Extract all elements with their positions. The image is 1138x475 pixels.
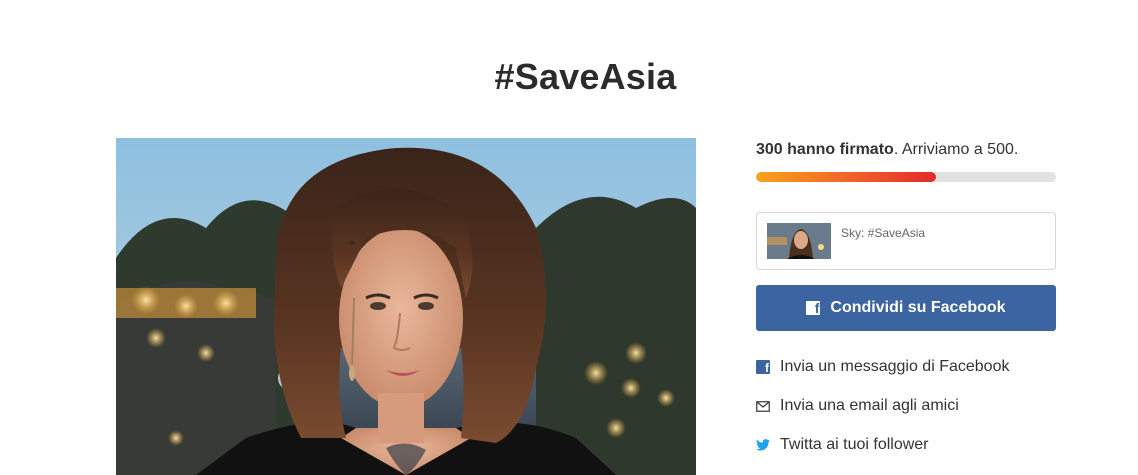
twitter-icon <box>756 438 770 452</box>
facebook-icon: f <box>806 301 821 315</box>
envelope-icon <box>756 399 770 413</box>
share-option-label: Twitta ai tuoi follower <box>780 436 929 453</box>
share-facebook-message-link[interactable]: f Invia un messaggio di Facebook <box>756 357 1056 377</box>
share-option-label: Invia una email agli amici <box>780 397 959 414</box>
petition-sidebar: 300 hanno firmato. Arriviamo a 500. Sky:… <box>756 138 1056 474</box>
signature-count: 300 hanno firmato. Arriviamo a 500. <box>756 138 1056 162</box>
facebook-icon: f <box>756 360 770 374</box>
progress-fill <box>756 172 936 182</box>
signed-count-text: 300 hanno firmato <box>756 141 894 158</box>
share-on-facebook-button[interactable]: f Condividi su Facebook <box>756 285 1056 331</box>
petition-hero-image <box>116 138 696 475</box>
share-email-link[interactable]: Invia una email agli amici <box>756 396 1056 416</box>
share-preview-text: Sky: #SaveAsia <box>841 226 926 240</box>
share-preview-card[interactable]: Sky: #SaveAsia <box>756 212 1056 270</box>
share-preview-thumbnail <box>767 223 831 259</box>
portrait-photo <box>116 138 696 475</box>
share-options-list: f Invia un messaggio di Facebook Invia u… <box>756 357 1056 455</box>
page-title: #SaveAsia <box>494 56 677 98</box>
goal-text: . Arriviamo a 500. <box>893 141 1019 158</box>
share-twitter-link[interactable]: Twitta ai tuoi follower <box>756 435 1056 455</box>
share-on-facebook-label: Condividi su Facebook <box>830 299 1006 316</box>
share-option-label: Invia un messaggio di Facebook <box>780 358 1010 375</box>
signature-progress-bar <box>756 172 1056 182</box>
